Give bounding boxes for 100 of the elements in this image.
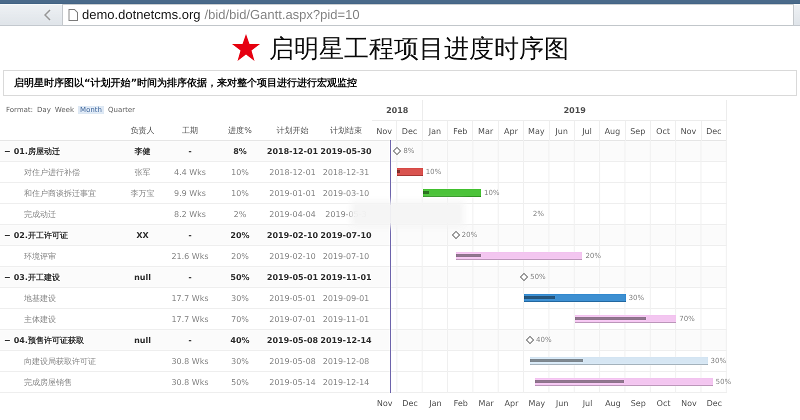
month-label: Sep xyxy=(630,398,647,410)
table-cell: 50% xyxy=(230,272,250,282)
collapse-toggle[interactable]: − xyxy=(4,272,11,282)
month-label: Nov xyxy=(376,398,394,410)
table-cell: 2019-05-01 xyxy=(269,294,316,302)
month-label: Nov xyxy=(680,398,698,410)
month-label: Feb xyxy=(452,398,469,410)
table-cell: - xyxy=(188,230,192,240)
month-label: Jul xyxy=(581,398,594,410)
month-label: Dec xyxy=(706,398,724,410)
month-label: Mar xyxy=(478,398,495,410)
task-name-text: 03.开工建设 xyxy=(14,272,60,282)
table-cell: 30% xyxy=(231,356,249,366)
table-cell: - xyxy=(188,146,192,156)
star-icon xyxy=(231,33,261,63)
task-name-text: 01.房屋动迁 xyxy=(14,146,60,156)
table-cell: 20% xyxy=(230,230,250,240)
table-cell: 李健 xyxy=(134,146,150,156)
month-label: Oct xyxy=(656,398,672,410)
table-cell: XX xyxy=(136,230,149,240)
page-icon xyxy=(68,8,78,20)
task-name-text: 02.开工许可证 xyxy=(14,230,68,240)
table-cell: 2019-11-01 xyxy=(320,272,372,282)
task-name-text: 对住户进行补偿 xyxy=(23,166,80,178)
table-cell: 2019-07-10 xyxy=(320,230,372,240)
column-header: 计划开始 xyxy=(276,124,310,136)
month-label: Jun xyxy=(554,398,570,410)
task-name-text: 环境评审 xyxy=(23,250,56,262)
table-cell: 30.8 Wks xyxy=(171,356,209,366)
page-title: 启明星工程项目进度时序图 xyxy=(269,32,569,64)
description-panel: 启明星时序图以“计划开始”时间为排序依据，来对整个项目进行进行宏观监控 xyxy=(3,70,797,96)
back-icon[interactable] xyxy=(44,8,52,20)
table-cell: 2018-12-01 xyxy=(269,168,316,176)
task-bar[interactable] xyxy=(422,189,482,197)
address-bar[interactable]: demo.dotnetcms.org /bid/bid/Gantt.aspx?pid=10 xyxy=(62,4,794,26)
table-cell: 2019-05-08 xyxy=(269,356,316,366)
table-cell: 2019-12-08 xyxy=(322,356,370,366)
table-cell: 2019-05-01 xyxy=(266,272,318,282)
milestone-icon[interactable] xyxy=(393,146,402,156)
year-header: 2018 xyxy=(372,100,424,120)
task-bar[interactable] xyxy=(397,168,423,176)
table-cell: null xyxy=(134,272,151,282)
month-label: May xyxy=(528,398,546,410)
table-cell: 2019-02-10 xyxy=(269,252,316,260)
collapse-toggle[interactable]: − xyxy=(4,146,11,156)
table-cell: 2019-12-14 xyxy=(320,336,372,344)
month-label: Jan xyxy=(428,398,443,410)
milestone-icon[interactable] xyxy=(451,230,460,240)
table-cell: 40% xyxy=(230,336,250,344)
column-header: 工期 xyxy=(181,124,199,136)
column-header: 负责人 xyxy=(130,124,156,136)
table-cell: 10% xyxy=(231,188,249,198)
table-cell: 张军 xyxy=(134,166,150,178)
task-bar[interactable] xyxy=(535,378,713,386)
task-name-text: 地基建设 xyxy=(23,292,56,304)
table-cell: 30.8 Wks xyxy=(171,378,209,386)
task-bar[interactable] xyxy=(456,252,582,260)
table-cell: null xyxy=(134,336,151,344)
task-bar[interactable] xyxy=(530,357,708,365)
table-cell: 2% xyxy=(234,210,246,218)
table-cell: 2018-12-01 xyxy=(266,146,318,156)
month-label: Aug xyxy=(604,398,622,410)
task-name-text: 和住户商谈拆迁事宜 xyxy=(23,188,96,198)
year-header: 2019 xyxy=(423,100,727,120)
task-name-text: 04.预售许可证获取 xyxy=(14,334,84,346)
table-cell: - xyxy=(188,336,192,344)
table-cell: 2019-04-04 xyxy=(269,210,316,218)
milestone-icon[interactable] xyxy=(520,272,528,282)
table-cell: 2019-11-01 xyxy=(322,314,370,324)
table-cell: - xyxy=(188,272,192,282)
table-cell: 2019-12-14 xyxy=(322,378,370,386)
task-bar[interactable] xyxy=(524,294,626,302)
task-name-text: 完成动迁 xyxy=(23,208,56,220)
table-cell: 9.9 Wks xyxy=(174,188,206,198)
month-label: Dec xyxy=(401,398,419,410)
table-cell: 2018-12-31 xyxy=(322,168,370,176)
table-cell: 2019-07-10 xyxy=(322,252,370,260)
table-cell: 2019-05-30 xyxy=(320,146,372,156)
table-cell: 4.4 Wks xyxy=(174,168,206,176)
table-cell: 8.2 Wks xyxy=(174,210,206,218)
task-bar[interactable] xyxy=(574,315,676,323)
task-name-text: 主体建设 xyxy=(23,314,56,324)
table-cell: 10% xyxy=(231,168,249,176)
table-cell: 17.7 Wks xyxy=(171,294,209,302)
milestone-icon[interactable] xyxy=(526,336,534,344)
table-cell: 20% xyxy=(231,252,249,260)
column-header: 进度% xyxy=(227,124,253,136)
column-header: 计划结束 xyxy=(329,124,363,136)
table-cell: 2019-01-01 xyxy=(269,188,316,198)
url-host: demo.dotnetcms.org xyxy=(82,7,201,22)
collapse-toggle[interactable]: − xyxy=(4,336,11,344)
table-cell: 21.6 Wks xyxy=(171,252,209,260)
table-cell: 50% xyxy=(231,378,249,386)
table-cell: 17.7 Wks xyxy=(171,314,209,324)
table-cell: 2019-02-10 xyxy=(266,230,318,240)
table-cell: 李万宝 xyxy=(130,188,154,198)
collapse-toggle[interactable]: − xyxy=(4,230,11,240)
table-cell: 2019-05-08 xyxy=(266,336,318,344)
table-cell: 2019-03-10 xyxy=(322,188,370,198)
table-cell: 2019-07-01 xyxy=(269,314,316,324)
